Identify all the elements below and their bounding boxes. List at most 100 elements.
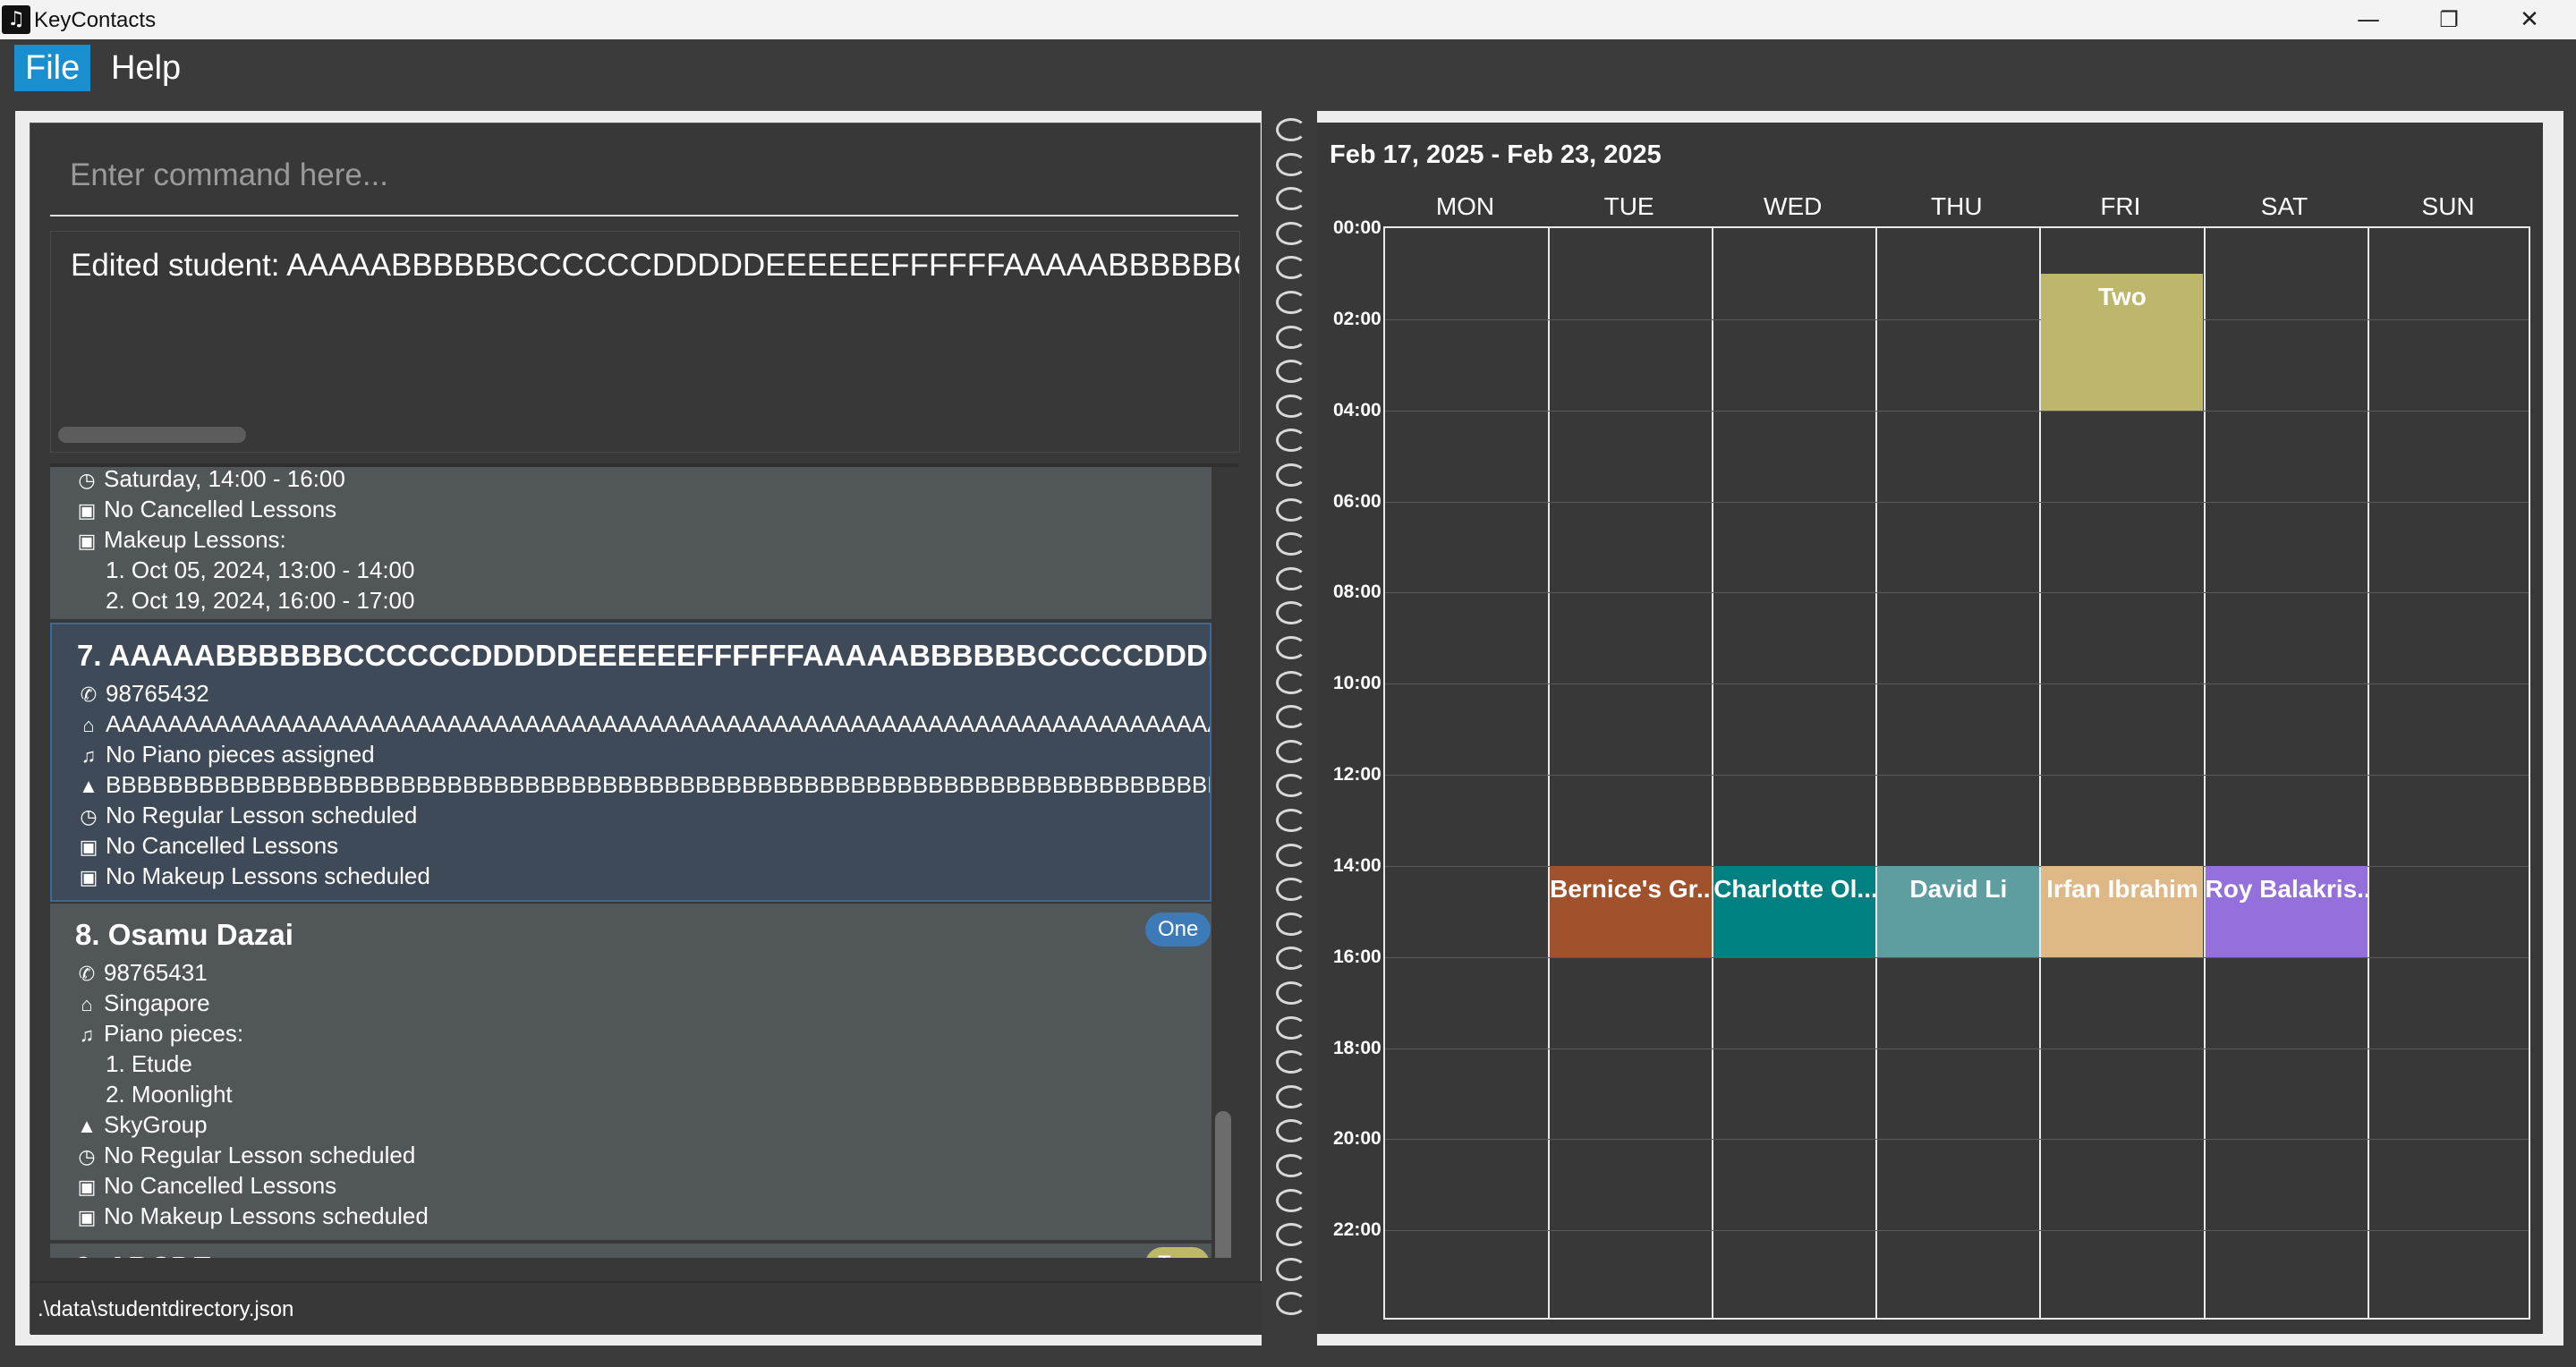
- list-item[interactable]: 8. Osamu Dazai One ✆ 98765431 ⌂ Singapore …: [50, 904, 1211, 1240]
- menu-file[interactable]: File: [14, 45, 91, 91]
- spine-ring: [1276, 1257, 1306, 1281]
- data-file-path: .\data\studentdirectory.json: [38, 1297, 294, 1321]
- spine-ring: [1276, 912, 1306, 936]
- home-icon: ⌂: [81, 993, 93, 1015]
- clock-icon: ◷: [80, 805, 98, 828]
- day-divider: [1548, 228, 1551, 1318]
- spine-ring: [1276, 429, 1306, 453]
- makeup-lesson-line: ▣ Makeup Lessons:: [75, 526, 286, 554]
- piano-pieces-line: ♫ No Piano pieces assigned: [77, 741, 375, 768]
- spine-ring: [1276, 670, 1306, 694]
- hour-gridline: [1385, 775, 2529, 776]
- command-box: [50, 136, 1238, 217]
- regular-lesson-line: ◷ No Regular Lesson scheduled: [77, 802, 417, 829]
- spine-ring: [1276, 1292, 1306, 1316]
- hour-label: 12:00: [1333, 764, 1382, 785]
- graduation-cap-icon: ▲: [77, 1115, 97, 1137]
- makeup-lesson-text: No Makeup Lessons scheduled: [104, 1202, 429, 1229]
- calendar-event[interactable]: Bernice's Gr...: [1550, 865, 1713, 957]
- spine-ring: [1276, 774, 1306, 798]
- spine-ring: [1276, 1015, 1306, 1040]
- result-text: Edited student: AAAAABBBBBBCCCCCCDDDDDEE…: [71, 248, 1239, 283]
- cancelled-lesson-line: ▣ No Cancelled Lessons: [77, 832, 339, 860]
- calendar-event[interactable]: Two: [2041, 273, 2204, 411]
- week-range: Feb 17, 2025 - Feb 23, 2025: [1330, 140, 1662, 169]
- calendar-event[interactable]: David Li: [1877, 865, 2040, 957]
- spine-ring: [1276, 532, 1306, 556]
- calendar-plus-icon: ▣: [77, 1206, 97, 1228]
- phone-text: 98765432: [106, 680, 209, 707]
- hour-label: 10:00: [1333, 673, 1382, 694]
- hour-label: 04:00: [1333, 399, 1382, 420]
- piano-piece-item: 2. Moonlight: [106, 1081, 233, 1108]
- address-text: AAAAAAAAAAAAAAAAAAAAAAAAAAAAAAAAAAAAAAAA…: [106, 710, 1210, 737]
- day-divider: [1875, 228, 1878, 1318]
- hour-label: 16:00: [1333, 946, 1382, 967]
- calendar-event[interactable]: Roy Balakris...: [2205, 865, 2368, 957]
- student-name: 7. AAAAABBBBBBCCCCCCDDDDDEEEEEEFFFFFFAAA…: [77, 639, 1210, 672]
- list-item[interactable]: 9. ABCDE Two: [50, 1244, 1211, 1258]
- horizontal-scrollbar[interactable]: [58, 427, 246, 443]
- spine-ring: [1276, 187, 1306, 211]
- day-header-sun: SUN: [2421, 192, 2475, 220]
- regular-lesson-text: No Regular Lesson scheduled: [104, 1142, 416, 1168]
- day-header-thu: THU: [1931, 192, 1983, 220]
- makeup-lesson-text: No Makeup Lessons scheduled: [106, 862, 430, 889]
- tag-badge: Two: [1145, 1247, 1211, 1258]
- makeup-lesson-line: ▣ No Makeup Lessons scheduled: [77, 862, 430, 890]
- cancelled-lesson-line: ▣ No Cancelled Lessons: [75, 496, 337, 523]
- list-item[interactable]: ◷ Saturday, 14:00 - 16:00 ▣ No Cancelled L…: [50, 467, 1211, 619]
- list-item-selected[interactable]: 7. AAAAABBBBBBCCCCCCDDDDDEEEEEEFFFFFFAAA…: [50, 623, 1211, 902]
- day-divider: [1712, 228, 1714, 1318]
- title-bar: ♫ KeyContacts — ❐ ✕: [0, 0, 2576, 39]
- spine-ring: [1276, 325, 1306, 349]
- tag-badge: One: [1145, 913, 1211, 947]
- vertical-scrollbar[interactable]: [1215, 1111, 1231, 1258]
- minimize-icon[interactable]: —: [2328, 0, 2409, 39]
- spine-ring: [1276, 566, 1306, 590]
- student-list: ◷ Saturday, 14:00 - 16:00 ▣ No Cancelled L…: [50, 463, 1238, 1258]
- makeup-lesson-item: 1. Oct 05, 2024, 13:00 - 14:00: [106, 556, 415, 583]
- spine-ring: [1276, 152, 1306, 176]
- calendar-plus-icon: ▣: [79, 866, 98, 888]
- day-header-sat: SAT: [2260, 192, 2308, 220]
- piano-pieces-text: No Piano pieces assigned: [106, 741, 375, 768]
- result-display: Edited student: AAAAABBBBBBCCCCCCDDDDDEE…: [50, 231, 1240, 453]
- spine-ring: [1276, 705, 1306, 729]
- spine-ring: [1276, 878, 1306, 902]
- spine-ring: [1276, 947, 1306, 971]
- makeup-lesson-item: 2. Oct 19, 2024, 16:00 - 17:00: [106, 587, 415, 614]
- student-name: 9. ABCDE: [75, 1251, 212, 1258]
- spine-ring: [1276, 1223, 1306, 1247]
- hour-label: 22:00: [1333, 1219, 1382, 1241]
- hour-label: 20:00: [1333, 1128, 1382, 1150]
- regular-lesson-line: ◷ Saturday, 14:00 - 16:00: [75, 467, 344, 493]
- day-header-fri: FRI: [2100, 192, 2141, 220]
- music-list-icon: ♫: [79, 1023, 95, 1046]
- cancelled-lesson-text: No Cancelled Lessons: [106, 832, 339, 859]
- cancelled-lesson-text: No Cancelled Lessons: [104, 1172, 337, 1199]
- phone-icon: ✆: [80, 684, 98, 706]
- menu-help[interactable]: Help: [100, 45, 191, 91]
- day-divider: [2367, 228, 2369, 1318]
- restore-icon[interactable]: ❐: [2409, 0, 2489, 39]
- close-icon[interactable]: ✕: [2489, 0, 2570, 39]
- day-header-wed: WED: [1764, 192, 1823, 220]
- hour-gridline: [1385, 1230, 2529, 1232]
- group-text: SkyGroup: [104, 1111, 208, 1138]
- window-title: KeyContacts: [34, 8, 157, 32]
- clock-icon: ◷: [78, 1145, 96, 1167]
- spine-ring: [1276, 256, 1306, 280]
- calendar-x-icon: ▣: [77, 499, 97, 522]
- calendar-event[interactable]: Irfan Ibrahim: [2041, 865, 2204, 957]
- calendar-event[interactable]: Charlotte Ol...: [1713, 865, 1876, 957]
- spine-ring: [1276, 118, 1306, 141]
- calendar-grid: Two Bernice's Gr... Charlotte Ol... David L…: [1383, 226, 2530, 1320]
- spine-ring: [1276, 360, 1306, 384]
- spine-ring: [1276, 1050, 1306, 1074]
- hour-label: 00:00: [1333, 217, 1382, 238]
- graduation-cap-icon: ▲: [79, 775, 98, 797]
- group-line: ▲ BBBBBBBBBBBBBBBBBBBBBBBBBBBBBBBBBBBBBBB…: [77, 771, 1210, 799]
- command-input[interactable]: [50, 136, 1238, 215]
- spine-ring: [1276, 1084, 1306, 1108]
